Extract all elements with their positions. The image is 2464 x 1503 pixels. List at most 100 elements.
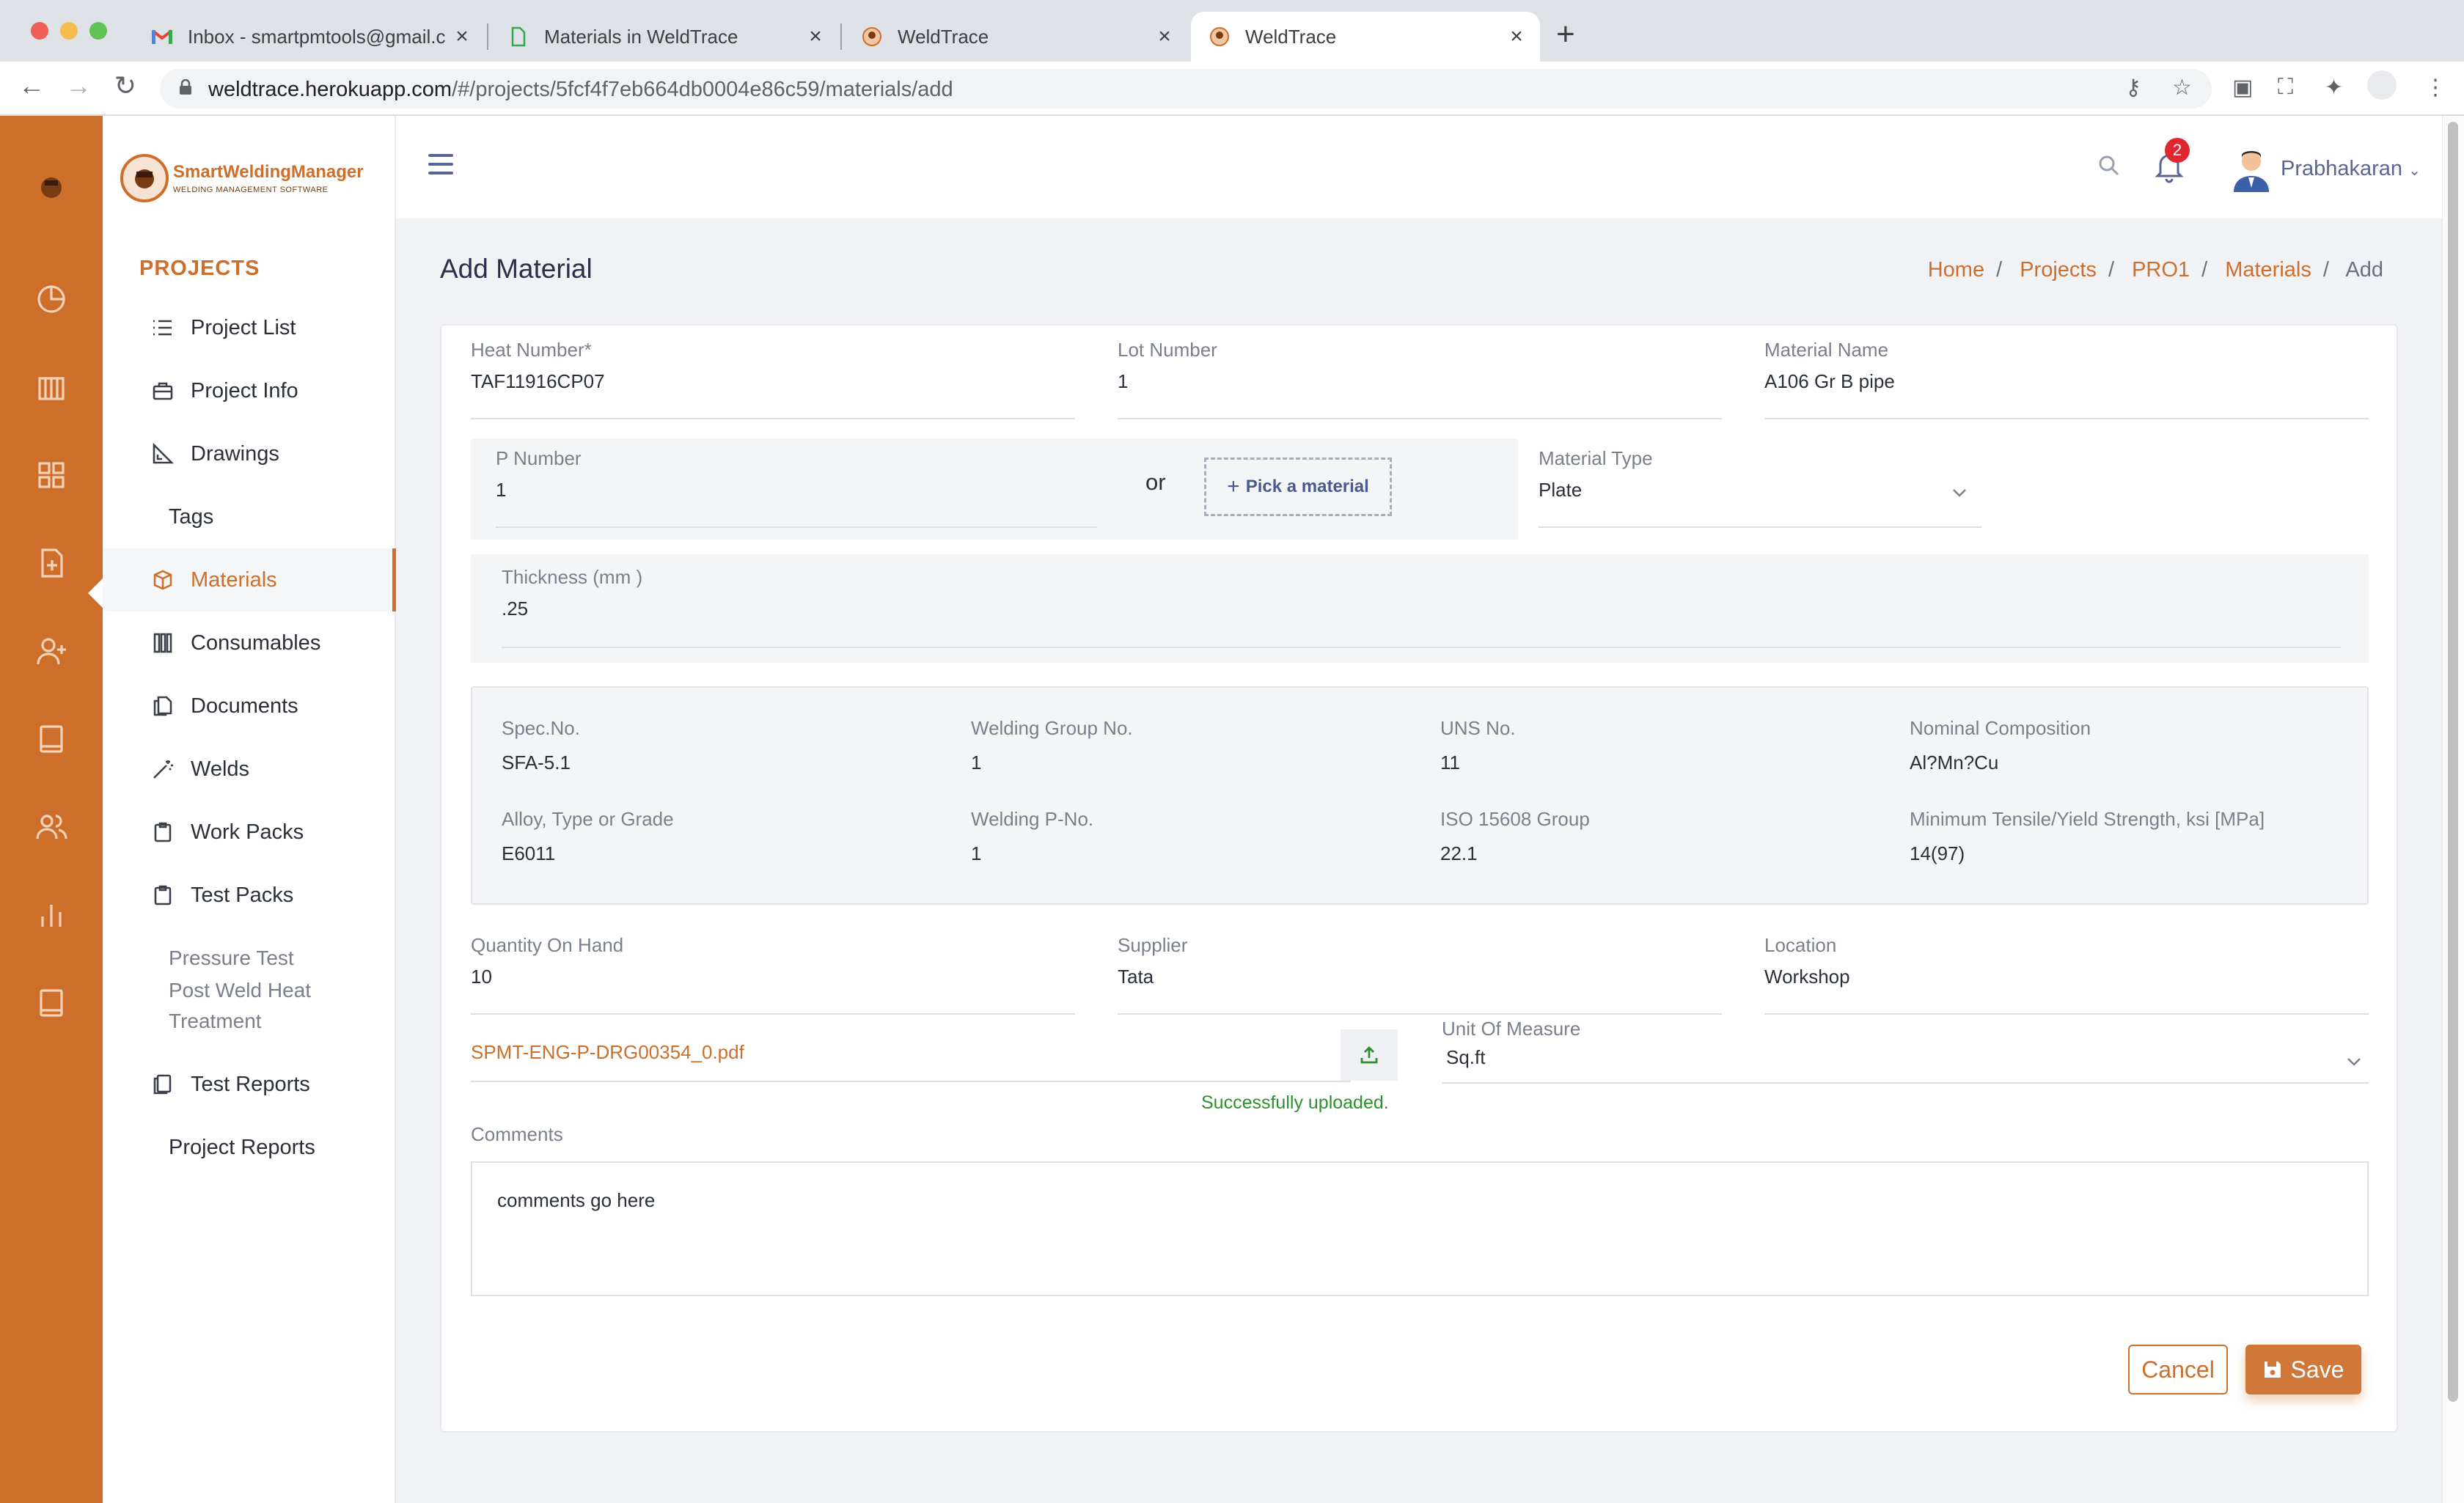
breadcrumb-materials[interactable]: Materials [2225,258,2311,282]
building-icon[interactable] [34,370,69,405]
sidebar-item-tags[interactable]: Tags [103,485,396,548]
close-tab-icon[interactable]: × [801,24,830,49]
sidebar-item-work-packs[interactable]: Work Packs [103,801,396,864]
cancel-button[interactable]: Cancel [2128,1345,2228,1394]
forward-arrow-icon[interactable]: → [60,70,97,101]
sidebar-item-welds[interactable]: Welds [103,738,396,801]
spec-label: Nominal Composition [1910,717,2091,739]
thickness-field[interactable]: Thickness (mm ) .25 [502,566,2341,648]
location-field[interactable]: Location Workshop [1764,934,2369,1015]
window-close-button[interactable] [31,22,48,40]
lot-number-field[interactable]: Lot Number 1 [1118,339,1722,419]
material-name-field[interactable]: Material Name A106 Gr B pipe [1764,339,2369,419]
welding-p-no: Welding P-No. 1 [971,808,1093,865]
comments-textarea[interactable]: comments go here [471,1161,2369,1296]
logo-title: SmartWeldingManager [173,162,364,182]
star-icon[interactable]: ☆ [2172,75,2192,100]
add-user-icon[interactable] [34,633,69,669]
pick-material-button[interactable]: + Pick a material [1204,457,1392,516]
new-tab-icon[interactable]: + [1556,16,1575,53]
floppy-disk-icon [2264,1361,2281,1378]
key-icon[interactable]: ⚷ [2125,75,2141,100]
add-document-icon[interactable] [34,545,69,581]
user-logo-icon[interactable] [34,170,69,205]
app-logo[interactable]: SmartWeldingManager WELDING MANAGEMENT S… [120,154,364,202]
menu-dots-icon[interactable]: ⋮ [2424,75,2446,100]
browser-tab-weldtrace-active[interactable]: WeldTrace × [1191,12,1540,62]
browser-tab-weldtrace[interactable]: WeldTrace × [843,12,1188,62]
sidebar-item-label: Test Packs [191,883,294,907]
supplier-field[interactable]: Supplier Tata [1118,934,1722,1015]
save-button[interactable]: Save [2245,1345,2361,1394]
breadcrumb-projects[interactable]: Projects [2020,258,2097,282]
sidebar-item-post-weld-heat-treatment[interactable]: Post Weld Heat Treatment [103,975,396,1037]
tab-title: Inbox - smartpmtools@gmail.c [188,25,446,48]
user-avatar[interactable] [2229,145,2273,192]
clipboard-icon [150,882,176,908]
spec-value: 14(97) [1910,842,1965,864]
spec-label: UNS No. [1440,717,1516,739]
hamburger-menu-icon[interactable] [428,154,453,176]
close-tab-icon[interactable]: × [1150,24,1179,49]
scrollbar-thumb[interactable] [2448,122,2458,1402]
window-minimize-button[interactable] [60,22,78,40]
reload-icon[interactable]: ↻ [107,70,144,101]
field-label: Supplier [1118,934,1188,956]
sidebar-item-project-info[interactable]: Project Info [103,359,396,422]
bar-chart-icon[interactable] [34,897,69,933]
notification-badge: 2 [2165,138,2190,163]
dashboard-pie-icon[interactable] [34,282,69,317]
field-value: 1 [496,479,507,501]
user-menu[interactable]: Prabhakaran ⌄ [2281,157,2421,181]
sidebar-item-label: Pressure Test [169,947,294,969]
uploaded-file-link[interactable]: SPMT-ENG-P-DRG00354_0.pdf [471,1041,744,1064]
browser-tab-bar: Inbox - smartpmtools@gmail.c × Materials… [0,0,2464,62]
p-number-field[interactable]: P Number 1 [496,447,1097,528]
comments-label: Comments [471,1123,563,1145]
back-arrow-icon[interactable]: ← [13,70,50,101]
sidebar-item-consumables[interactable]: Consumables [103,611,396,675]
close-tab-icon[interactable]: × [1502,24,1531,49]
min-tensile-strength: Minimum Tensile/Yield Strength, ksi [MPa… [1910,808,2265,865]
sidebar-item-materials[interactable]: Materials [103,548,396,611]
browser-tab-gmail[interactable]: Inbox - smartpmtools@gmail.c × [133,12,485,62]
profile-icon[interactable] [2367,70,2397,100]
sidebar-item-project-list[interactable]: Project List [103,296,396,359]
projects-grid-icon[interactable] [34,457,69,493]
notebook-icon[interactable] [34,985,69,1021]
sidebar-item-test-packs[interactable]: Test Packs [103,864,396,927]
sidebar-item-project-reports[interactable]: Project Reports [103,1116,396,1179]
quantity-field[interactable]: Quantity On Hand 10 [471,934,1075,1015]
url-field[interactable]: weldtrace.herokuapp.com/#/projects/5fcf4… [160,69,2212,109]
material-type-select[interactable]: Material Type Plate [1539,447,1981,528]
search-icon[interactable] [2097,154,2121,177]
upload-button[interactable] [1341,1029,1398,1081]
spec-value: SFA-5.1 [502,752,571,773]
heat-number-field[interactable]: Heat Number* TAF11916CP07 [471,339,1075,419]
url-path: /#/projects/5fcf4f7eb664db0004e86c59/mat… [452,78,953,101]
sidebar-item-test-reports[interactable]: Test Reports [103,1053,396,1116]
sidebar-item-drawings[interactable]: Drawings [103,422,396,485]
cancel-label: Cancel [2141,1356,2215,1383]
users-icon[interactable] [34,809,69,845]
spec-label: Welding P-No. [971,808,1094,830]
book-icon[interactable] [34,721,69,757]
breadcrumb: Home / Projects / PRO1/ Materials / Add [1927,258,2383,282]
sidebar-item-label: Work Packs [191,820,304,844]
browser-address-bar: ← → ↻ weldtrace.herokuapp.com/#/projects… [0,62,2464,116]
close-tab-icon[interactable]: × [447,24,477,49]
extension-icon[interactable]: ▣ [2232,75,2253,100]
unit-of-measure-select[interactable]: Unit Of Measure Sq.ft [1442,1018,2369,1084]
plus-icon: + [1227,474,1240,499]
breadcrumb-home[interactable]: Home [1928,258,1984,282]
field-value: TAF11916CP07 [471,370,605,392]
puzzle-icon[interactable]: ✦ [2325,75,2343,100]
browser-tab-materials[interactable]: Materials in WeldTrace × [490,12,839,62]
field-value: Workshop [1764,966,1850,988]
rods-icon [150,630,176,656]
sidebar-item-documents[interactable]: Documents [103,675,396,738]
window-maximize-button[interactable] [89,22,107,40]
wand-icon [150,756,176,782]
breadcrumb-project[interactable]: PRO1 [2132,258,2190,282]
screenshot-icon[interactable]: ⛶ [2278,75,2293,100]
